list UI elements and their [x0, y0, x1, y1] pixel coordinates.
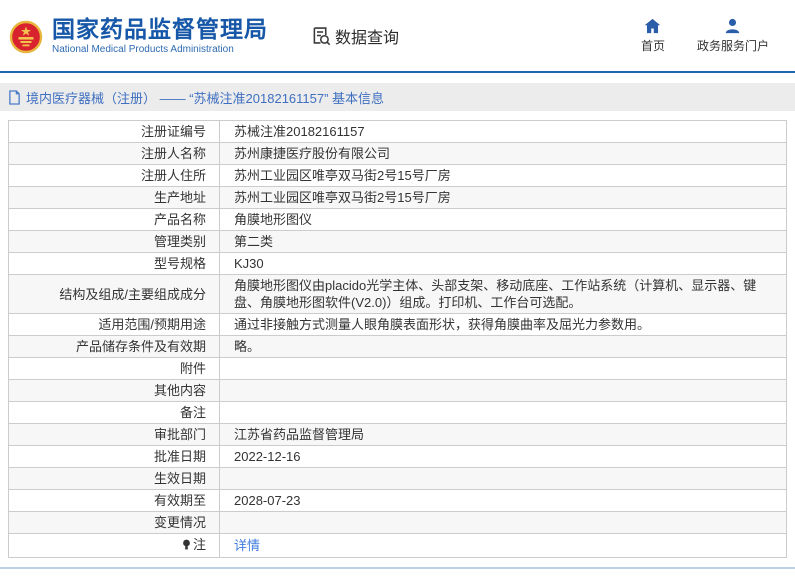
- row-value: 苏州工业园区唯亭双马街2号15号厂房: [219, 186, 787, 209]
- table-row: 适用范围/预期用途 通过非接触方式测量人眼角膜表面形状，获得角膜曲率及屈光力参数…: [8, 313, 787, 336]
- footer-divider: [0, 566, 795, 570]
- row-value: 第二类: [219, 230, 787, 253]
- row-value: 详情: [219, 533, 787, 558]
- row-value: 角膜地形图仪: [219, 208, 787, 231]
- row-value: 苏州工业园区唯亭双马街2号15号厂房: [219, 164, 787, 187]
- row-label: 注册证编号: [8, 120, 220, 143]
- breadcrumb-bar: 境内医疗器械（注册） —— “苏械注准20182161157” 基本信息: [0, 83, 795, 111]
- row-value: 江苏省药品监督管理局: [219, 423, 787, 446]
- row-value: [219, 357, 787, 380]
- table-row: 其他内容: [8, 379, 787, 402]
- row-label: 生效日期: [8, 467, 220, 490]
- row-label: 产品名称: [8, 208, 220, 231]
- table-row: 变更情况: [8, 511, 787, 534]
- table-row: 备注: [8, 401, 787, 424]
- table-row: 结构及组成/主要组成成分 角膜地形图仪由placido光学主体、头部支架、移动底…: [8, 274, 787, 314]
- row-value: [219, 401, 787, 424]
- row-label: 适用范围/预期用途: [8, 313, 220, 336]
- document-icon: [8, 89, 21, 105]
- row-label: 型号规格: [8, 252, 220, 275]
- row-label: 变更情况: [8, 511, 220, 534]
- table-row: 注册人住所 苏州工业园区唯亭双马街2号15号厂房: [8, 164, 787, 187]
- top-nav: 首页 政务服务门户: [641, 18, 769, 54]
- table-row: 有效期至 2028-07-23: [8, 489, 787, 512]
- row-value: [219, 511, 787, 534]
- nav-portal[interactable]: 政务服务门户: [697, 18, 769, 54]
- row-label: 注册人名称: [8, 142, 220, 165]
- table-row: 产品名称 角膜地形图仪: [8, 208, 787, 231]
- row-label: 其他内容: [8, 379, 220, 402]
- logo-title-block[interactable]: 国家药品监督管理局 National Medical Products Admi…: [52, 16, 268, 55]
- data-query-icon: [310, 25, 331, 46]
- row-label: 注册人住所: [8, 164, 220, 187]
- row-label: 有效期至: [8, 489, 220, 512]
- national-emblem: [9, 20, 43, 54]
- row-label: 备注: [8, 401, 220, 424]
- row-value: 苏州康捷医疗股份有限公司: [219, 142, 787, 165]
- row-label: 批准日期: [8, 445, 220, 468]
- nav-portal-label: 政务服务门户: [696, 38, 769, 53]
- row-label: 生产地址: [8, 186, 220, 209]
- row-value: 2028-07-23: [219, 489, 787, 512]
- row-label: 附件: [8, 357, 220, 380]
- nav-home-label: 首页: [640, 38, 665, 53]
- table-row: 批准日期 2022-12-16: [8, 445, 787, 468]
- header: 国家药品监督管理局 National Medical Products Admi…: [0, 0, 795, 73]
- table-row: 生产地址 苏州工业园区唯亭双马街2号15号厂房: [8, 186, 787, 209]
- site-subtitle: National Medical Products Administration: [52, 44, 234, 55]
- data-query-label: 数据查询: [335, 29, 400, 47]
- user-icon: [724, 18, 741, 34]
- row-value: 苏械注准20182161157: [219, 120, 787, 143]
- table-row: 产品储存条件及有效期 略。: [8, 335, 787, 358]
- row-value: 角膜地形图仪由placido光学主体、头部支架、移动底座、工作站系统（计算机、显…: [219, 274, 787, 314]
- table-row: 注册人名称 苏州康捷医疗股份有限公司: [8, 142, 787, 165]
- table-row: 注 详情: [8, 533, 787, 558]
- home-icon: [644, 18, 661, 34]
- row-value: 2022-12-16: [219, 445, 787, 468]
- breadcrumb-text: 境内医疗器械（注册） —— “苏械注准20182161157” 基本信息: [26, 90, 385, 106]
- details-link[interactable]: 详情: [234, 538, 260, 553]
- note-icon: [182, 539, 191, 551]
- table-row: 生效日期: [8, 467, 787, 490]
- row-label: 管理类别: [8, 230, 220, 253]
- row-label: 产品储存条件及有效期: [8, 335, 220, 358]
- table-row: 型号规格 KJ30: [8, 252, 787, 275]
- table-row: 审批部门 江苏省药品监督管理局: [8, 423, 787, 446]
- info-table: 注册证编号 苏械注准20182161157 注册人名称 苏州康捷医疗股份有限公司…: [8, 120, 787, 558]
- row-value: 略。: [219, 335, 787, 358]
- data-query-section[interactable]: 数据查询: [310, 24, 399, 48]
- nav-home[interactable]: 首页: [641, 18, 665, 54]
- row-value: [219, 467, 787, 490]
- row-label: 结构及组成/主要组成成分: [8, 274, 220, 314]
- row-value: [219, 379, 787, 402]
- row-value: KJ30: [219, 252, 787, 275]
- site-title: 国家药品监督管理局: [52, 16, 268, 42]
- table-row: 附件: [8, 357, 787, 380]
- table-row: 管理类别 第二类: [8, 230, 787, 253]
- table-row: 注册证编号 苏械注准20182161157: [8, 120, 787, 143]
- row-value: 通过非接触方式测量人眼角膜表面形状，获得角膜曲率及屈光力参数用。: [219, 313, 787, 336]
- row-label: 审批部门: [8, 423, 220, 446]
- row-label: 注: [8, 533, 220, 558]
